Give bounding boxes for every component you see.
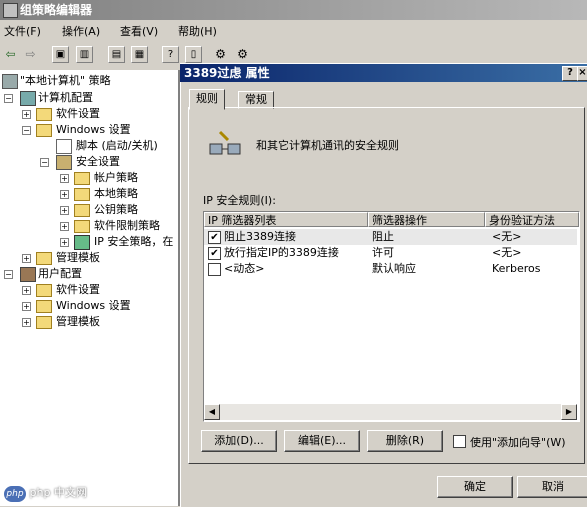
- folder-icon: [36, 300, 52, 313]
- ok-button[interactable]: 确定: [437, 476, 513, 498]
- help-icon[interactable]: ?: [162, 46, 179, 63]
- table-row[interactable]: ✔ 放行指定IP的3389连接 许可 <无>: [204, 245, 577, 261]
- policy-icon[interactable]: ⚙: [212, 46, 229, 63]
- dialog-title-bar: 3389过虑 属性 ? ×: [180, 64, 587, 82]
- rule-checkbox[interactable]: ✔: [208, 231, 221, 244]
- dialog-title: 3389过虑 属性: [184, 66, 270, 80]
- expand-icon[interactable]: +: [22, 302, 31, 311]
- ip-security-icon: [74, 235, 90, 250]
- help-button[interactable]: ?: [562, 66, 578, 81]
- computer-policy-icon: [2, 74, 18, 89]
- back-icon[interactable]: ⇦: [2, 46, 19, 63]
- folder-icon: [74, 204, 90, 217]
- rule-checkbox[interactable]: [208, 263, 221, 276]
- close-button[interactable]: ×: [577, 66, 587, 81]
- column-header-auth-method[interactable]: 身份验证方法: [485, 212, 579, 227]
- expand-icon[interactable]: +: [60, 222, 69, 231]
- expand-icon[interactable]: +: [60, 206, 69, 215]
- cancel-button[interactable]: 取消: [517, 476, 587, 498]
- edit-button[interactable]: 编辑(E)...: [284, 430, 360, 452]
- php-logo-icon: php: [4, 486, 26, 502]
- window-title-bar: 组策略编辑器: [0, 0, 587, 20]
- app-icon: [3, 3, 18, 18]
- add-wizard-label: 使用"添加向导"(W): [470, 436, 566, 449]
- table-row[interactable]: <动态> 默认响应 Kerberos: [204, 261, 577, 277]
- tab-rules[interactable]: 规则: [189, 89, 225, 110]
- expand-icon[interactable]: +: [22, 318, 31, 327]
- network-icon[interactable]: ⚙: [234, 46, 251, 63]
- collapse-icon[interactable]: −: [22, 126, 31, 135]
- menu-action[interactable]: 操作(A): [62, 22, 100, 41]
- up-folder-icon[interactable]: ▣: [52, 46, 69, 63]
- computer-icon: [20, 91, 36, 106]
- expand-icon[interactable]: +: [60, 238, 69, 247]
- watermark-text: php 中文网: [29, 486, 87, 499]
- expand-icon[interactable]: +: [60, 174, 69, 183]
- collapse-icon[interactable]: −: [4, 94, 13, 103]
- table-row[interactable]: ✔ 阻止3389连接 阻止 <无>: [204, 229, 577, 245]
- window-title: 组策略编辑器: [20, 3, 93, 17]
- rules-list[interactable]: IP 筛选器列表 筛选器操作 身份验证方法 ✔ 阻止3389连接 阻止 <无> …: [203, 211, 580, 422]
- console-icon[interactable]: ▯: [185, 46, 202, 63]
- folder-open-icon: [36, 124, 52, 137]
- folder-icon: [74, 188, 90, 201]
- tree-pane: "本地计算机" 策略 − 计算机配置 + 软件设置 − Windows 设置 脚…: [0, 70, 180, 506]
- horizontal-scrollbar[interactable]: ◀ ▶: [204, 404, 577, 420]
- show-tree-icon[interactable]: ▥: [76, 46, 93, 63]
- scroll-left-icon[interactable]: ◀: [204, 404, 220, 420]
- folder-icon: [36, 316, 52, 329]
- column-header-filter-action[interactable]: 筛选器操作: [368, 212, 485, 227]
- rule-checkbox[interactable]: ✔: [208, 247, 221, 260]
- scroll-right-icon[interactable]: ▶: [561, 404, 577, 420]
- properties-icon[interactable]: ▤: [108, 46, 125, 63]
- script-icon: [56, 139, 72, 154]
- network-rules-icon: [208, 128, 242, 162]
- folder-icon: [74, 172, 90, 185]
- folder-icon: [36, 284, 52, 297]
- folder-icon: [36, 108, 52, 121]
- expand-icon[interactable]: +: [22, 110, 31, 119]
- menu-help[interactable]: 帮助(H): [178, 22, 217, 41]
- expand-icon[interactable]: +: [22, 254, 31, 263]
- watermark-logo: php php 中文网: [4, 484, 89, 504]
- column-header-filter-list[interactable]: IP 筛选器列表: [204, 212, 368, 227]
- user-icon: [20, 267, 36, 282]
- expand-icon[interactable]: +: [60, 190, 69, 199]
- menu-bar: 文件(F) 操作(A) 查看(V) 帮助(H): [0, 22, 587, 41]
- collapse-icon[interactable]: −: [40, 158, 49, 167]
- list-label: IP 安全规则(I):: [203, 194, 276, 207]
- menu-view[interactable]: 查看(V): [120, 22, 158, 41]
- folder-icon: [36, 252, 52, 265]
- menu-file[interactable]: 文件(F): [4, 22, 41, 41]
- export-list-icon[interactable]: ▦: [131, 46, 148, 63]
- expand-icon[interactable]: +: [22, 286, 31, 295]
- folder-icon: [74, 220, 90, 233]
- description-text: 和其它计算机通讯的安全规则: [256, 139, 399, 152]
- forward-icon[interactable]: ⇨: [22, 46, 39, 63]
- collapse-icon[interactable]: −: [4, 270, 13, 279]
- add-wizard-checkbox[interactable]: [453, 435, 466, 448]
- security-icon: [56, 155, 72, 170]
- add-button[interactable]: 添加(D)...: [201, 430, 277, 452]
- remove-button[interactable]: 删除(R): [367, 430, 443, 452]
